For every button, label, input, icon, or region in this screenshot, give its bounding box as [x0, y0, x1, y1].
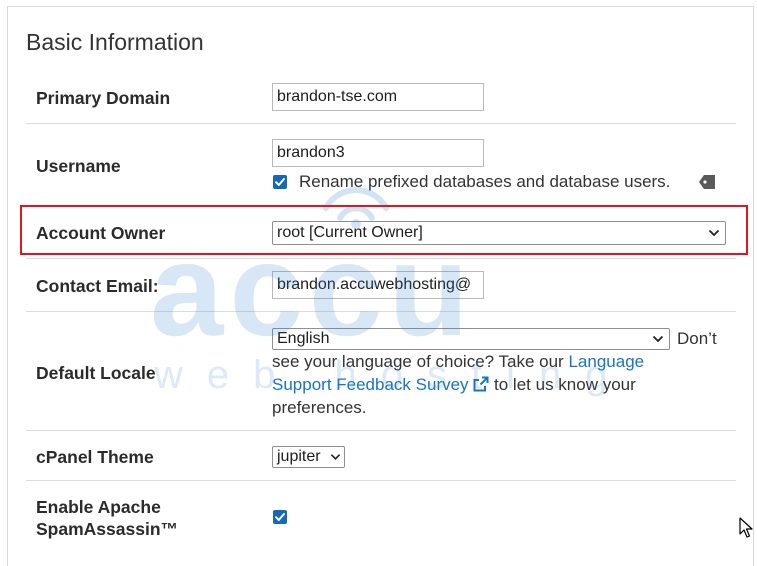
chevron-down-icon	[652, 335, 664, 343]
default-locale-label: Default Locale	[36, 363, 156, 383]
default-locale-row: Default Locale English Don’t see your la…	[26, 312, 736, 430]
rename-databases-label: Rename prefixed databases and database u…	[299, 172, 671, 191]
primary-domain-input[interactable]: brandon-tse.com	[272, 83, 484, 111]
language-survey-link[interactable]: Support Feedback Survey	[272, 375, 469, 394]
locale-help-line: see your language of choice? Take our La…	[272, 350, 644, 373]
username-row: Username brandon3 Rename prefixed databa…	[26, 124, 736, 204]
spamassassin-label: Enable Apache SpamAssassin™	[36, 496, 178, 540]
spamassassin-row: Enable Apache SpamAssassin™	[26, 481, 736, 560]
primary-domain-label: Primary Domain	[36, 88, 171, 108]
locale-help-text: preferences.	[272, 398, 367, 417]
locale-help-text: Don’t	[677, 329, 717, 348]
account-owner-highlight	[20, 205, 748, 255]
locale-help-text: see your language of choice? Take our	[272, 352, 564, 371]
username-input[interactable]: brandon3	[272, 139, 484, 167]
external-link-icon[interactable]	[473, 376, 489, 392]
primary-domain-row: Primary Domain brandon-tse.com	[26, 75, 736, 123]
spamassassin-label-line: SpamAssassin™	[36, 519, 179, 539]
contact-email-row: Contact Email: brandon.accuwebhosting@	[26, 259, 736, 311]
contact-email-label: Contact Email:	[36, 276, 159, 296]
locale-help-line: Support Feedback Survey to let us know y…	[272, 373, 636, 396]
cpanel-theme-label: cPanel Theme	[36, 447, 154, 467]
locale-help-text: to let us know your	[494, 375, 636, 394]
cpanel-theme-select[interactable]: jupiter	[272, 446, 345, 468]
language-survey-link[interactable]: Language	[568, 352, 644, 371]
default-locale-select[interactable]: English	[272, 328, 670, 350]
spamassassin-checkbox[interactable]	[273, 510, 287, 524]
spamassassin-label-line: Enable Apache	[36, 497, 161, 517]
username-label: Username	[36, 156, 121, 176]
cpanel-theme-row: cPanel Theme jupiter	[26, 431, 736, 479]
tag-icon[interactable]	[699, 175, 715, 194]
contact-email-input[interactable]: brandon.accuwebhosting@	[272, 271, 484, 299]
default-locale-selected: English	[277, 330, 330, 347]
mouse-cursor-icon	[739, 517, 753, 538]
section-title: Basic Information	[26, 29, 204, 55]
rename-databases-checkbox[interactable]	[273, 175, 287, 189]
cpanel-theme-selected: jupiter	[277, 448, 321, 465]
chevron-down-icon	[330, 454, 341, 461]
